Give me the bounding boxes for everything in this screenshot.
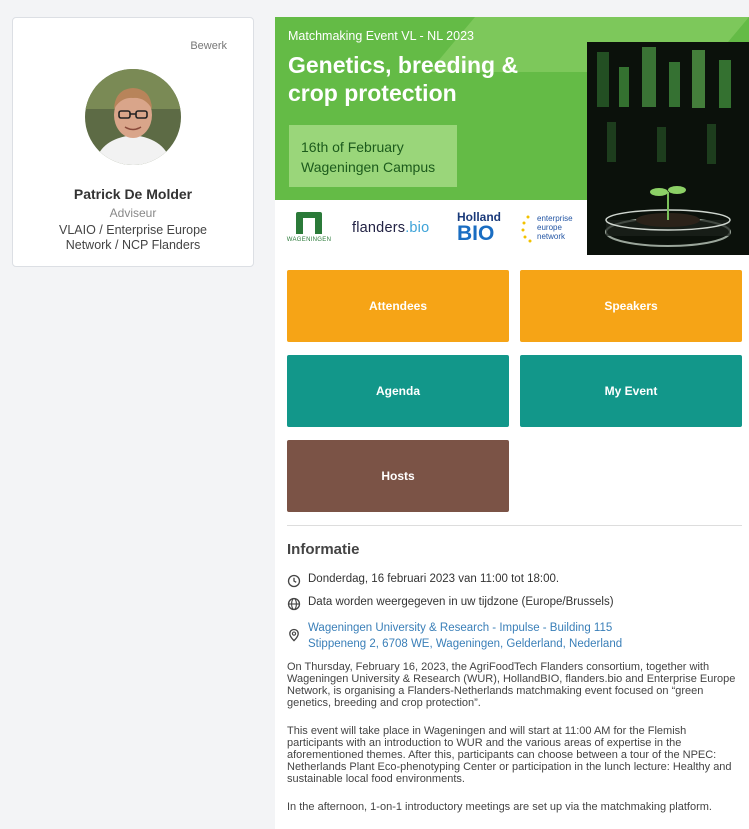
flanders-bio-logo: flanders .bio — [352, 200, 429, 255]
banner-title-line1: Genetics, breeding & — [288, 52, 519, 78]
banner-date-line2: Wageningen Campus — [301, 159, 436, 175]
profile-org-line2: Network / NCP Flanders — [65, 238, 201, 252]
avatar — [85, 69, 181, 165]
hosts-button[interactable]: Hosts — [287, 440, 509, 512]
description-paragraph-2: This event will take place in Wageningen… — [287, 725, 732, 785]
profile-role: Adviseur — [109, 206, 157, 220]
event-datetime-row: Donderdag, 16 februari 2023 van 11:00 to… — [287, 573, 559, 588]
description-paragraph-3: In the afternoon, 1-on-1 introductory me… — [287, 801, 712, 813]
clock-icon — [287, 574, 301, 588]
map-pin-icon — [289, 628, 299, 642]
plant-image — [587, 42, 749, 255]
een-text-line2: europe — [537, 223, 562, 232]
banner-title-line2: crop protection — [288, 80, 457, 106]
hollandbio-logo: Holland BIO — [457, 200, 501, 255]
profile-card: Bewerk Patrick De Molder Adviseur VLAIO … — [12, 17, 254, 267]
flanders-logo-text: flanders — [352, 219, 406, 236]
event-datetime: Donderdag, 16 februari 2023 van 11:00 to… — [308, 573, 560, 585]
my-event-button[interactable]: My Event — [520, 355, 742, 427]
een-text-line3: network — [537, 232, 566, 241]
flanders-logo-suffix: .bio — [405, 219, 430, 236]
profile-organisation: VLAIO / Enterprise Europe Network / NCP … — [43, 223, 223, 253]
globe-icon — [287, 597, 301, 611]
timezone-row: Data worden weergegeven in uw tijdzone (… — [287, 596, 614, 611]
edit-profile-link[interactable]: Bewerk — [190, 40, 227, 52]
location-address-link[interactable]: Stippeneng 2, 6708 WE, Wageningen, Gelde… — [308, 636, 622, 652]
wageningen-logo-text: WAGENINGEN — [286, 237, 332, 243]
speakers-button[interactable]: Speakers — [520, 270, 742, 342]
profile-org-line1: VLAIO / Enterprise Europe — [59, 223, 207, 237]
event-main-panel: Matchmaking Event VL - NL 2023 Genetics,… — [275, 17, 749, 829]
banner-logo-strip: WAGENINGEN flanders .bio Holland BIO ente… — [275, 200, 587, 255]
banner-title: Genetics, breeding & crop protection — [288, 51, 568, 107]
een-logo-text: enterprise europe network — [537, 214, 573, 241]
banner-kicker: Matchmaking Event VL - NL 2023 — [288, 29, 474, 43]
banner-date-line1: 16th of February — [301, 139, 404, 155]
agenda-button[interactable]: Agenda — [287, 355, 509, 427]
info-heading: Informatie — [287, 541, 360, 558]
location-row: Wageningen University & Research - Impul… — [287, 620, 622, 652]
profile-name: Patrick De Molder — [73, 186, 193, 202]
description-paragraph-1: On Thursday, February 16, 2023, the Agri… — [287, 661, 736, 709]
hollandbio-logo-bottom: BIO — [457, 222, 495, 245]
location-text: Wageningen University & Research - Impul… — [308, 620, 622, 652]
een-stars-icon — [521, 215, 532, 242]
timezone-text: Data worden weergegeven in uw tijdzone (… — [308, 596, 614, 608]
location-name-link[interactable]: Wageningen University & Research - Impul… — [308, 620, 622, 636]
event-banner: Matchmaking Event VL - NL 2023 Genetics,… — [275, 17, 749, 255]
wageningen-logo: WAGENINGEN — [281, 200, 337, 255]
banner-plant-photo — [587, 42, 749, 255]
banner-date: 16th of February Wageningen Campus — [301, 137, 435, 177]
wageningen-mark-icon — [296, 212, 322, 234]
een-text-line1: enterprise — [537, 214, 573, 223]
banner-date-box: 16th of February Wageningen Campus — [289, 125, 457, 187]
attendees-button[interactable]: Attendees — [287, 270, 509, 342]
section-divider — [287, 525, 742, 526]
avatar-photo — [85, 69, 181, 165]
enterprise-europe-network-logo: enterprise europe network — [521, 200, 573, 255]
